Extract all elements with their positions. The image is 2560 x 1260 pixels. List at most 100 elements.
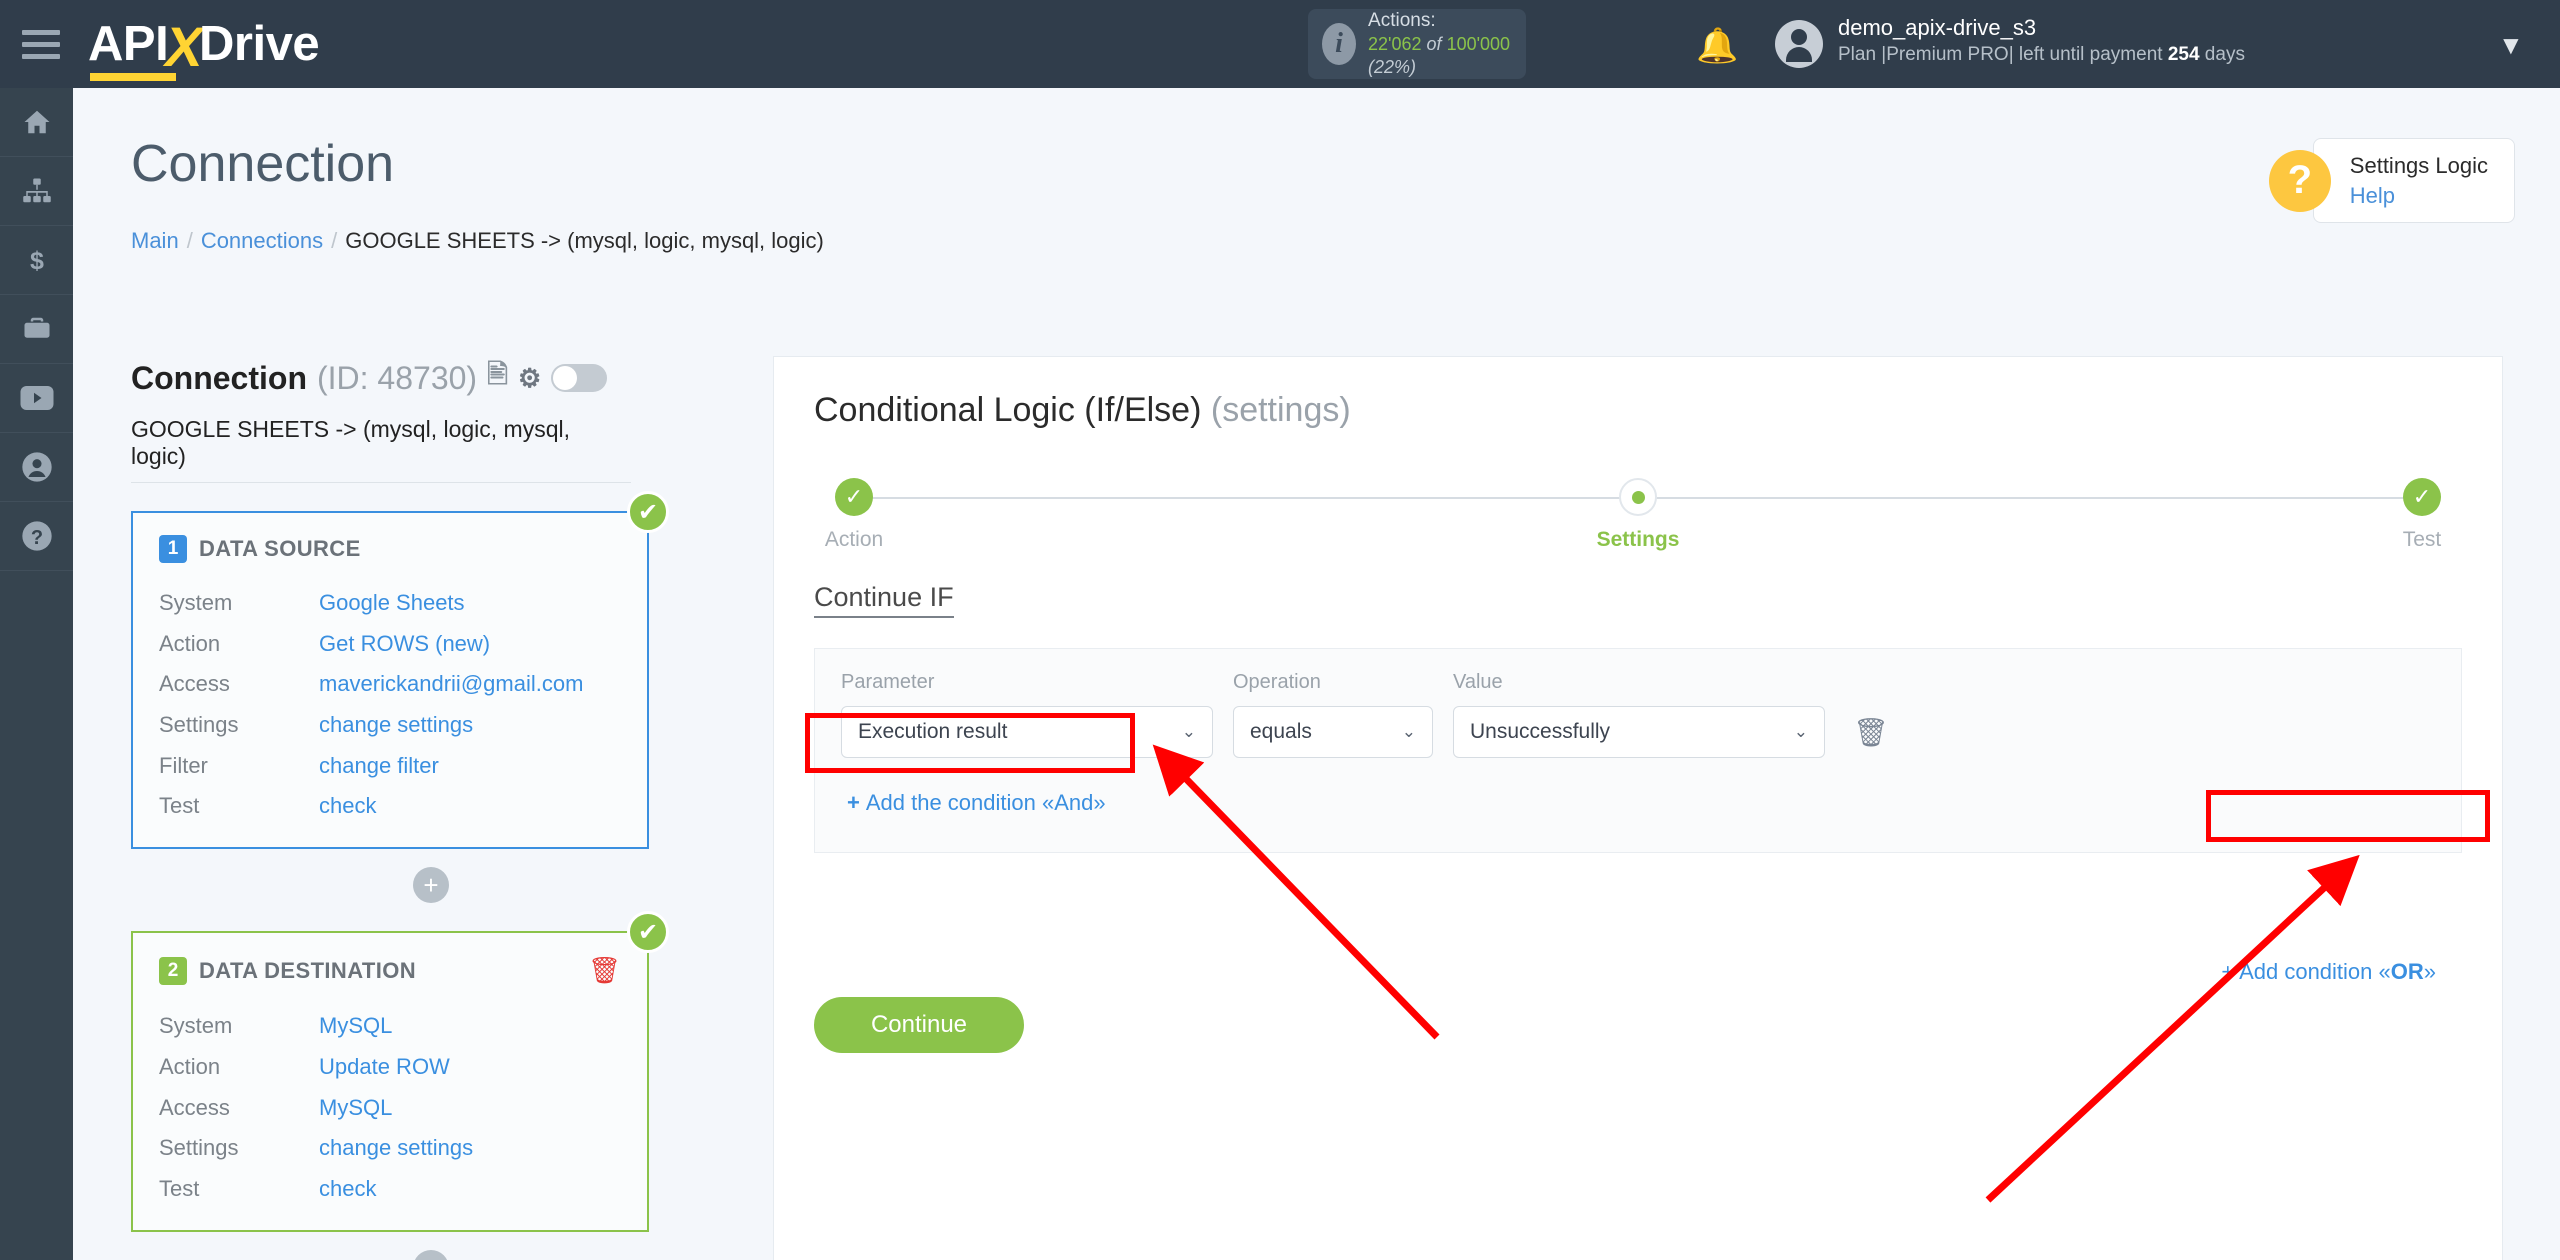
- sidebar-item-profile[interactable]: [0, 433, 73, 502]
- avatar[interactable]: [1775, 20, 1823, 68]
- card-data-destination: ✔ 2 DATA DESTINATION 🗑 System MySQL Actio…: [131, 911, 669, 1232]
- card-row: Action Get ROWS (new): [159, 624, 621, 665]
- card-row: Test check: [159, 786, 621, 827]
- sidebar-item-billing[interactable]: $: [0, 226, 73, 295]
- add-step-button-2[interactable]: +: [413, 1249, 449, 1260]
- step-settings-label: Settings: [1596, 528, 1680, 551]
- page-title: Connection: [131, 135, 395, 193]
- field-value[interactable]: Update ROW: [319, 1047, 450, 1088]
- connection-cards-column: Connection (ID: 48730) 🖹 ⚙ GOOGLE SHEETS…: [131, 356, 731, 1260]
- info-icon: i: [1322, 23, 1357, 65]
- connection-header: Connection (ID: 48730) 🖹 ⚙: [131, 356, 731, 400]
- field-key: Action: [159, 1053, 221, 1079]
- field-value[interactable]: MySQL: [319, 1006, 392, 1047]
- field-value[interactable]: check: [319, 786, 376, 827]
- operation-select-value: equals: [1250, 720, 1312, 743]
- field-value[interactable]: change settings: [319, 1128, 473, 1169]
- card-title: DATA SOURCE: [199, 536, 361, 561]
- logo-x-text: X: [165, 14, 203, 78]
- sidebar-item-home[interactable]: [0, 88, 73, 157]
- top-bar: API X Drive i Actions: 22'062 of 100'000 (…: [0, 0, 2560, 88]
- condition-group: Parameter Operation Value Execution resu…: [814, 648, 2462, 853]
- status-badge: ✔: [627, 911, 669, 954]
- document-icon[interactable]: 🖹: [487, 356, 508, 400]
- actions-used: 22'062: [1368, 34, 1422, 55]
- field-key: Action: [159, 630, 221, 656]
- actions-total: 100'000: [1446, 34, 1511, 55]
- stepper: ✓ Action Settings ✓ Test: [814, 478, 2462, 552]
- field-key: Filter: [159, 752, 208, 778]
- card-row: System MySQL: [159, 1006, 621, 1047]
- breadcrumb-connections[interactable]: Connections: [201, 228, 323, 253]
- breadcrumb-main[interactable]: Main: [131, 228, 179, 253]
- sidebar-item-connections[interactable]: [0, 157, 73, 226]
- field-key: Access: [159, 1094, 230, 1120]
- card-row: Settings change settings: [159, 1128, 621, 1169]
- delete-card-icon[interactable]: 🗑: [588, 955, 621, 986]
- hamburger-icon[interactable]: [22, 29, 60, 59]
- bell-icon[interactable]: 🔔: [1696, 26, 1738, 66]
- logo-drive-text: Drive: [199, 17, 320, 71]
- actions-label: Actions:: [1368, 9, 1436, 31]
- field-value[interactable]: change filter: [319, 746, 439, 787]
- status-badge: ✔: [627, 491, 669, 533]
- continue-button[interactable]: Continue: [814, 997, 1024, 1053]
- add-condition-and-button[interactable]: + Add the condition «And»: [841, 780, 1120, 826]
- label-value: Value: [1453, 671, 1503, 693]
- card-row: System Google Sheets: [159, 583, 621, 624]
- apixdrive-logo[interactable]: API X Drive: [88, 14, 320, 81]
- actions-percent: (22%): [1368, 57, 1417, 78]
- step-test-label: Test: [2402, 528, 2442, 551]
- help-link[interactable]: Help: [2350, 183, 2395, 208]
- chevron-down-icon[interactable]: ▼: [2498, 30, 2524, 61]
- operation-select[interactable]: equals ⌄: [1233, 706, 1433, 758]
- profile-icon: [21, 452, 52, 482]
- avatar-body: [1786, 47, 1812, 62]
- avatar-head: [1791, 29, 1807, 45]
- field-value[interactable]: change settings: [319, 705, 473, 746]
- add-step-button-1[interactable]: +: [413, 867, 449, 904]
- youtube-icon: [20, 386, 53, 410]
- account-plan: Plan |Premium PRO| left until payment 25…: [1838, 43, 2245, 68]
- help-card: Settings Logic Help: [2312, 138, 2515, 224]
- plus-icon: +: [847, 790, 860, 815]
- breadcrumb-separator-2: /: [331, 228, 338, 253]
- condition-row: Execution result ⌄ equals ⌄ Unsuccessful…: [841, 706, 2435, 758]
- step-action[interactable]: ✓ Action: [794, 478, 914, 552]
- panel-title: Conditional Logic (If/Else) (settings): [814, 391, 2502, 430]
- sidebar-item-help[interactable]: ?: [0, 502, 73, 571]
- card-row: Test check: [159, 1169, 621, 1210]
- step-settings[interactable]: Settings: [1578, 478, 1698, 552]
- connection-enable-toggle[interactable]: [551, 364, 608, 392]
- actions-quota-widget[interactable]: i Actions: 22'062 of 100'000 (22%): [1308, 9, 1526, 79]
- app-root: API X Drive i Actions: 22'062 of 100'000 (…: [0, 0, 2560, 1260]
- sidebar-item-video[interactable]: [0, 364, 73, 433]
- plan-days: 254: [2167, 43, 2200, 65]
- sidebar-item-services[interactable]: [0, 295, 73, 364]
- sidebar-rail: $ ?: [0, 88, 73, 1260]
- field-value[interactable]: Get ROWS (new): [319, 624, 490, 665]
- breadcrumb: Main / Connections / GOOGLE SHEETS -> (mysql…: [131, 228, 824, 254]
- gear-icon[interactable]: ⚙: [518, 363, 541, 394]
- breadcrumb-separator-1: /: [186, 228, 193, 253]
- field-value[interactable]: Google Sheets: [319, 583, 465, 624]
- field-key: Test: [159, 1175, 200, 1201]
- field-key: Access: [159, 671, 230, 697]
- field-value[interactable]: MySQL: [319, 1088, 392, 1129]
- card-number-badge: 1: [159, 535, 187, 563]
- help-icon: ?: [21, 521, 52, 551]
- chevron-down-icon: ⌄: [1181, 722, 1196, 741]
- add-or-prefix: Add condition «: [2239, 959, 2391, 984]
- field-value[interactable]: maverickandrii@gmail.com: [319, 664, 583, 705]
- field-value[interactable]: check: [319, 1169, 376, 1210]
- add-condition-or-button[interactable]: + Add condition «OR»: [2207, 949, 2450, 995]
- value-select[interactable]: Unsuccessfully ⌄: [1453, 706, 1825, 758]
- delete-condition-icon[interactable]: 🗑: [1853, 716, 1889, 749]
- field-key: Settings: [159, 1135, 239, 1161]
- step-test[interactable]: ✓ Test: [2362, 478, 2482, 552]
- parameter-select[interactable]: Execution result ⌄: [841, 706, 1213, 758]
- dollar-icon: $: [30, 247, 44, 275]
- question-mark-icon[interactable]: ?: [2268, 149, 2331, 212]
- plan-suffix: days: [2199, 43, 2245, 65]
- field-key: Settings: [159, 712, 239, 738]
